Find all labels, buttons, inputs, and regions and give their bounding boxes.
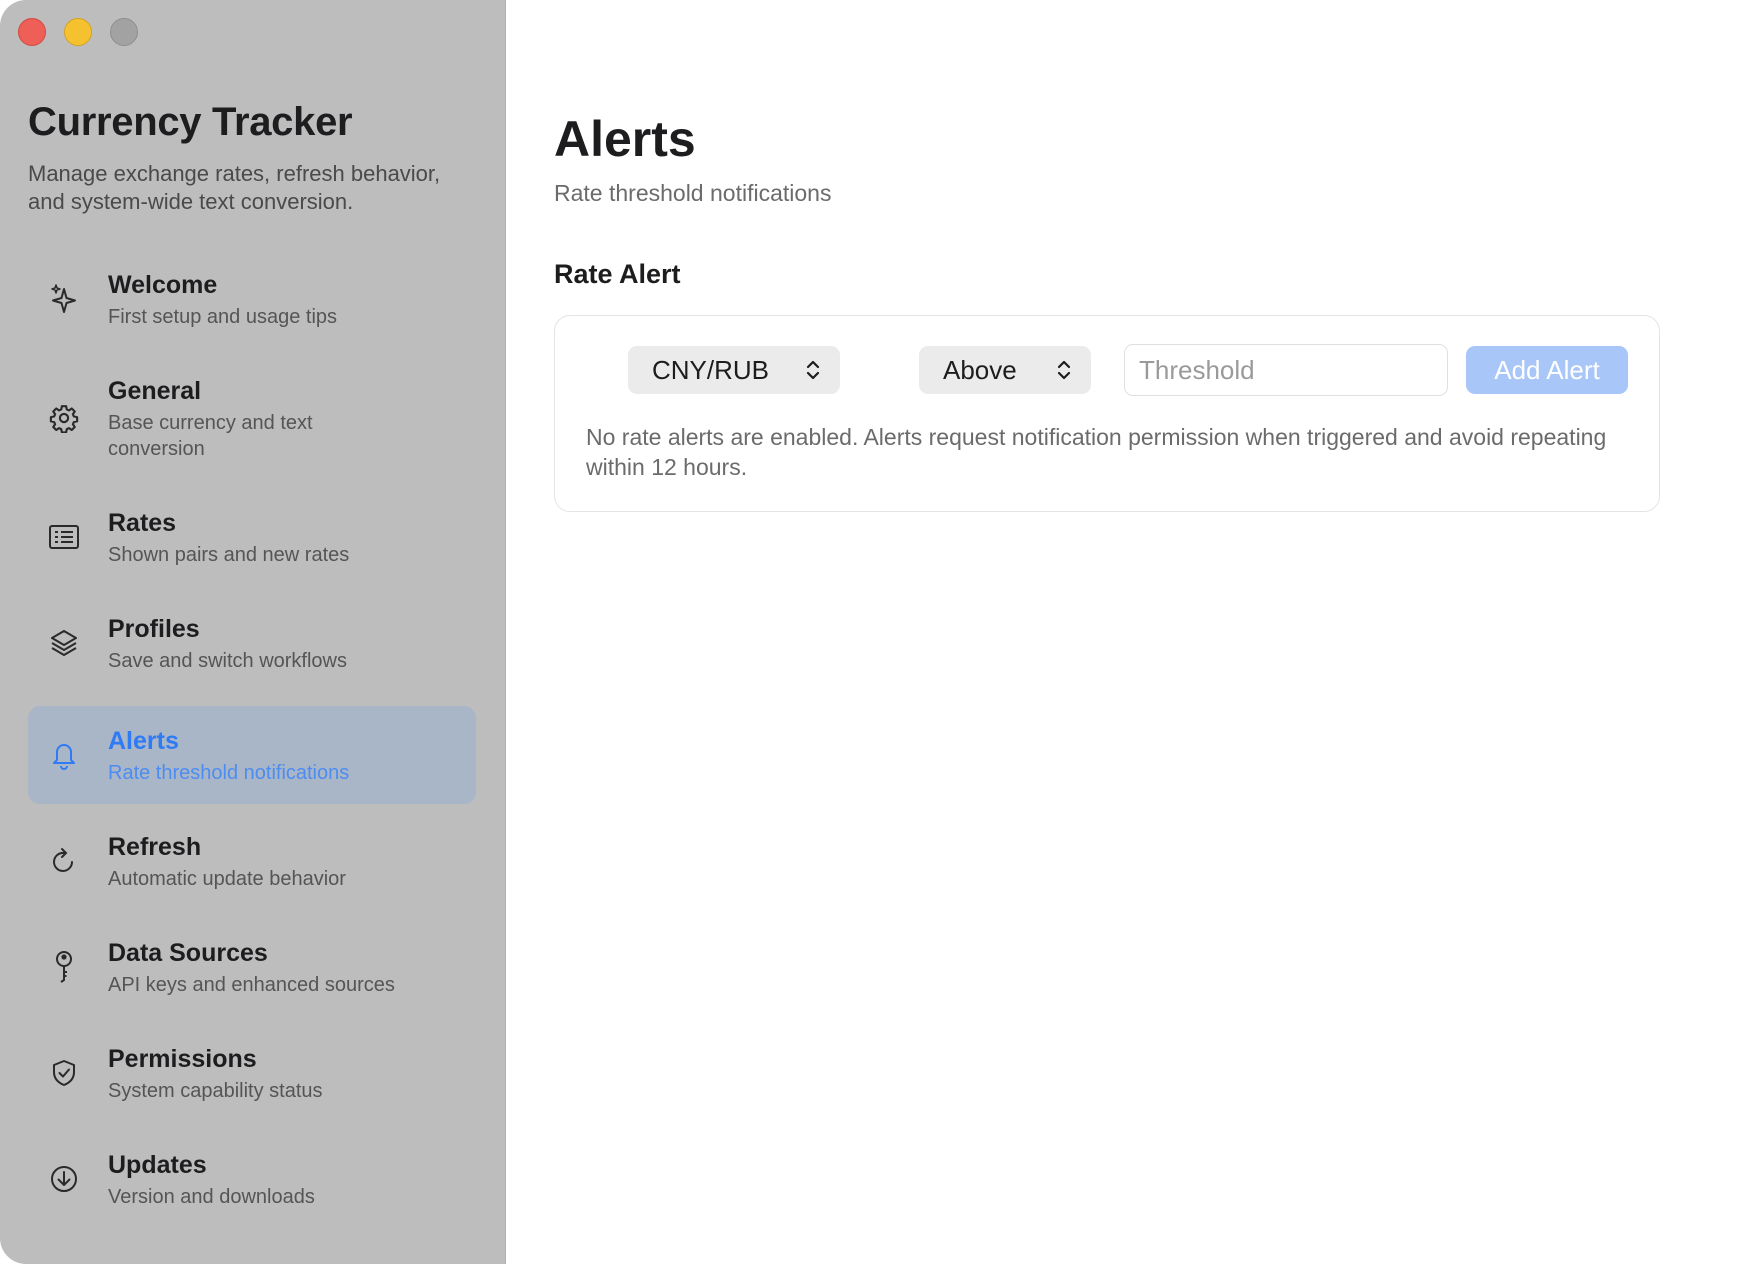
sidebar-item-label: Welcome (108, 271, 218, 299)
chevron-updown-icon (806, 360, 820, 380)
page-subtitle: Rate threshold notifications (554, 180, 832, 206)
refresh-icon (48, 845, 80, 877)
zoom-window-button[interactable] (110, 18, 138, 46)
shield-check-icon (48, 1057, 80, 1089)
section-title: Rate Alert (554, 259, 681, 289)
sidebar-item-label: Profiles (108, 615, 200, 643)
sidebar-item-sub: Save and switch workflows (108, 650, 347, 672)
app-title: Currency Tracker (28, 100, 353, 144)
sidebar-item-label: Updates (108, 1151, 207, 1179)
sparkles-icon (48, 283, 80, 315)
sidebar-item-sub: API keys and enhanced sources (108, 974, 395, 996)
gear-icon (48, 402, 80, 434)
sidebar: Currency Tracker Manage exchange rates, … (0, 0, 506, 1264)
page-title: Alerts (554, 111, 696, 167)
bell-icon (48, 739, 80, 771)
currency-pair-select[interactable]: CNY/RUB (628, 346, 840, 394)
sidebar-item-permissions[interactable]: Permissions System capability status (28, 1030, 476, 1116)
key-icon (48, 951, 80, 983)
sidebar-item-rates[interactable]: Rates Shown pairs and new rates (28, 494, 476, 580)
sidebar-nav: Welcome First setup and usage tips Gener… (28, 256, 476, 1222)
sidebar-item-label: Permissions (108, 1045, 257, 1073)
sidebar-item-sub: First setup and usage tips (108, 306, 338, 328)
main-content: Alerts Rate threshold notifications Rate… (506, 0, 1760, 1264)
sidebar-item-alerts[interactable]: Alerts Rate threshold notifications (28, 706, 476, 804)
layers-icon (48, 627, 80, 659)
threshold-input[interactable] (1124, 344, 1448, 396)
close-window-button[interactable] (18, 18, 46, 46)
alerts-note: No rate alerts are enabled. Alerts reque… (586, 424, 1607, 480)
sidebar-item-welcome[interactable]: Welcome First setup and usage tips (28, 256, 476, 342)
sidebar-item-sub: Automatic update behavior (108, 868, 346, 890)
app-window: Currency Tracker Manage exchange rates, … (0, 0, 1760, 1264)
sidebar-item-label: Alerts (108, 727, 179, 755)
sidebar-item-sub: Base currency and text conversion (108, 412, 313, 460)
sidebar-item-label: General (108, 377, 202, 405)
sidebar-item-updates[interactable]: Updates Version and downloads (28, 1136, 476, 1222)
chevron-updown-icon (1057, 360, 1071, 380)
app-description: Manage exchange rates, refresh behavior,… (28, 161, 441, 214)
minimize-window-button[interactable] (64, 18, 92, 46)
sidebar-item-sub: System capability status (108, 1080, 323, 1102)
direction-value: Above (943, 354, 1017, 385)
currency-pair-value: CNY/RUB (652, 354, 770, 385)
rate-alert-card: CNY/RUB Above Add Alert No rate alerts a… (554, 315, 1660, 512)
download-circle-icon (48, 1163, 80, 1195)
direction-select[interactable]: Above (919, 346, 1091, 394)
sidebar-item-sub: Rate threshold notifications (108, 762, 350, 784)
sidebar-item-label: Rates (108, 509, 177, 537)
add-alert-button[interactable]: Add Alert (1466, 346, 1628, 394)
sidebar-item-sub: Version and downloads (108, 1186, 315, 1208)
sidebar-item-label: Refresh (108, 833, 202, 861)
list-icon (48, 521, 80, 553)
sidebar-item-profiles[interactable]: Profiles Save and switch workflows (28, 600, 476, 686)
sidebar-item-data-sources[interactable]: Data Sources API keys and enhanced sourc… (28, 924, 476, 1010)
sidebar-item-sub: Shown pairs and new rates (108, 544, 350, 566)
sidebar-item-general[interactable]: General Base currency and text conversio… (28, 362, 476, 474)
window-controls (18, 18, 138, 46)
sidebar-item-refresh[interactable]: Refresh Automatic update behavior (28, 818, 476, 904)
sidebar-item-label: Data Sources (108, 939, 268, 967)
